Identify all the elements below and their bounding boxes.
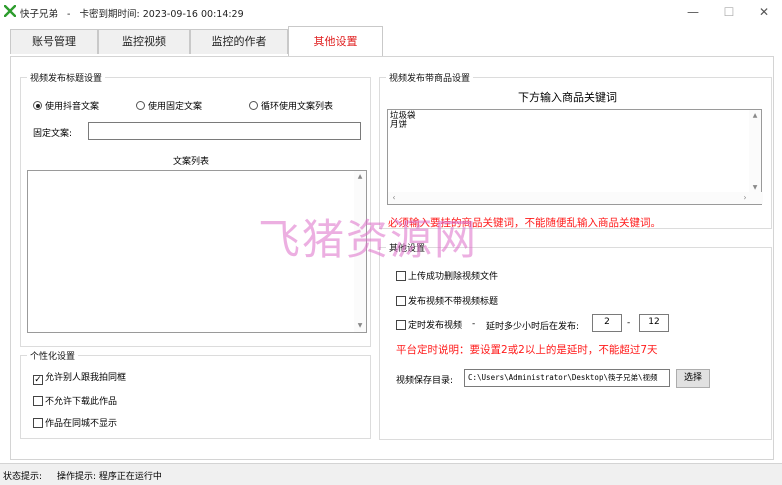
- radio-loop-text-list[interactable]: 循环使用文案列表: [249, 99, 333, 112]
- product-keyword-textarea[interactable]: 垃圾袋 月饼 ▲ ▼ ‹ ›: [387, 109, 763, 205]
- fixed-text-label: 固定文案:: [33, 129, 73, 139]
- delay-from-input[interactable]: 2: [592, 314, 622, 332]
- scroll-up-icon[interactable]: ▲: [749, 110, 761, 122]
- radio-indicator: [136, 101, 145, 110]
- settings-panel: 视频发布标题设置 使用抖音文案 使用固定文案 循环使用文案列表 固定文案: 文案…: [10, 56, 774, 460]
- checkbox-delete-after-upload[interactable]: 上传成功删除视频文件: [396, 269, 498, 282]
- tab-account-management[interactable]: 账号管理: [10, 29, 98, 54]
- expiry-label: 卡密到期时间:: [79, 9, 140, 20]
- checkbox-label: 允许别人跟我拍同框: [45, 373, 127, 383]
- product-settings-group: 视频发布带商品设置 下方输入商品关键词 垃圾袋 月饼 ▲ ▼ ‹ › 必须输入要…: [379, 71, 772, 229]
- maximize-button[interactable]: ☐: [712, 2, 746, 22]
- product-settings-heading: 视频发布带商品设置: [386, 71, 474, 84]
- product-keyword-header: 下方输入商品关键词: [518, 91, 617, 104]
- checkbox-label: 发布视频不带视频标题: [408, 297, 499, 307]
- other-settings-group: 其他设置 上传成功删除视频文件 发布视频不带视频标题 定时发布视频 - 延时多少…: [379, 241, 772, 440]
- radio-label: 循环使用文案列表: [261, 102, 334, 112]
- save-dir-input[interactable]: C:\Users\Administrator\Desktop\筷子兄弟\视频: [464, 369, 670, 387]
- radio-selected-indicator: [33, 101, 42, 110]
- choose-dir-button[interactable]: 选择: [676, 369, 710, 388]
- scroll-left-icon[interactable]: ‹: [388, 192, 400, 204]
- checkbox-icon: [396, 271, 406, 281]
- delay-dash: -: [472, 319, 476, 329]
- checkbox-no-video-title[interactable]: 发布视频不带视频标题: [396, 294, 498, 307]
- product-warning-text: 必须输入要挂的商品关键词，不能随便乱输入商品关键词。: [388, 217, 661, 229]
- app-name: 快子兄弟: [20, 9, 59, 20]
- checkbox-icon: [396, 296, 406, 306]
- checkbox-scheduled-publish[interactable]: 定时发布视频: [396, 318, 462, 331]
- horizontal-scrollbar[interactable]: ‹ ›: [388, 192, 763, 204]
- tab-other-settings[interactable]: 其他设置: [288, 26, 383, 56]
- title-bar: 快子兄弟 - 卡密到期时间: 2023-09-16 00:14:29 — ☐ ✕: [0, 0, 782, 24]
- scroll-down-icon[interactable]: ▼: [354, 320, 366, 332]
- tab-monitor-videos[interactable]: 监控视频: [98, 29, 190, 54]
- checkbox-label: 不允许下载此作品: [45, 397, 118, 407]
- keyword-line: 月饼: [390, 120, 408, 130]
- tab-bar: 账号管理 监控视频 监控的作者 其他设置: [0, 26, 782, 56]
- app-logo-icon: [4, 5, 16, 17]
- checkbox-icon: [396, 320, 406, 330]
- radio-label: 使用抖音文案: [45, 102, 100, 112]
- save-dir-label: 视频保存目录:: [396, 376, 454, 386]
- checkbox-disallow-download[interactable]: 不允许下载此作品: [33, 394, 117, 407]
- checkbox-hide-local[interactable]: 作品在同城不显示: [33, 416, 117, 429]
- checkbox-icon: [33, 396, 43, 406]
- scroll-up-icon[interactable]: ▲: [354, 171, 366, 183]
- expiry-value: 2023-09-16 00:14:29: [142, 9, 244, 20]
- fixed-text-input[interactable]: [88, 122, 361, 140]
- scroll-right-icon[interactable]: ›: [739, 192, 751, 204]
- radio-use-douyin-text[interactable]: 使用抖音文案: [33, 99, 99, 112]
- vertical-scrollbar[interactable]: ▲ ▼: [354, 171, 366, 332]
- minimize-button[interactable]: —: [676, 2, 710, 22]
- title-settings-group: 视频发布标题设置 使用抖音文案 使用固定文案 循环使用文案列表 固定文案: 文案…: [20, 71, 371, 347]
- checkbox-icon: [33, 418, 43, 428]
- checkbox-allow-duet[interactable]: ✓ 允许别人跟我拍同框: [33, 370, 126, 385]
- text-list-textarea[interactable]: ▲ ▼: [27, 170, 367, 333]
- checkbox-checked-icon: ✓: [33, 375, 43, 385]
- checkbox-label: 定时发布视频: [408, 321, 463, 331]
- delay-range-dash: -: [627, 318, 631, 328]
- other-settings-heading: 其他设置: [386, 241, 429, 254]
- status-label: 状态提示:: [3, 472, 43, 482]
- status-message: 操作提示: 程序正在运行中: [57, 472, 162, 482]
- checkbox-label: 作品在同城不显示: [45, 419, 118, 429]
- title-separator: -: [67, 9, 71, 20]
- text-list-label: 文案列表: [173, 157, 210, 167]
- delay-hours-label: 延时多少小时后在发布:: [486, 322, 580, 332]
- radio-indicator: [249, 101, 258, 110]
- status-bar: 状态提示: 操作提示: 程序正在运行中: [0, 463, 782, 485]
- checkbox-label: 上传成功删除视频文件: [408, 272, 499, 282]
- title-settings-heading: 视频发布标题设置: [27, 71, 106, 84]
- tab-monitored-authors[interactable]: 监控的作者: [190, 29, 288, 54]
- delay-to-input[interactable]: 12: [639, 314, 669, 332]
- personalization-group: 个性化设置 ✓ 允许别人跟我拍同框 不允许下载此作品 作品在同城不显示: [20, 349, 371, 439]
- radio-label: 使用固定文案: [148, 102, 203, 112]
- personalization-heading: 个性化设置: [27, 349, 79, 362]
- vertical-scrollbar[interactable]: ▲ ▼: [749, 110, 761, 194]
- window-title: 快子兄弟 - 卡密到期时间: 2023-09-16 00:14:29: [20, 6, 244, 20]
- radio-use-fixed-text[interactable]: 使用固定文案: [136, 99, 202, 112]
- close-button[interactable]: ✕: [747, 2, 781, 22]
- platform-schedule-note: 平台定时说明：要设置2或2以上的是延时，不能超过7天: [396, 344, 658, 356]
